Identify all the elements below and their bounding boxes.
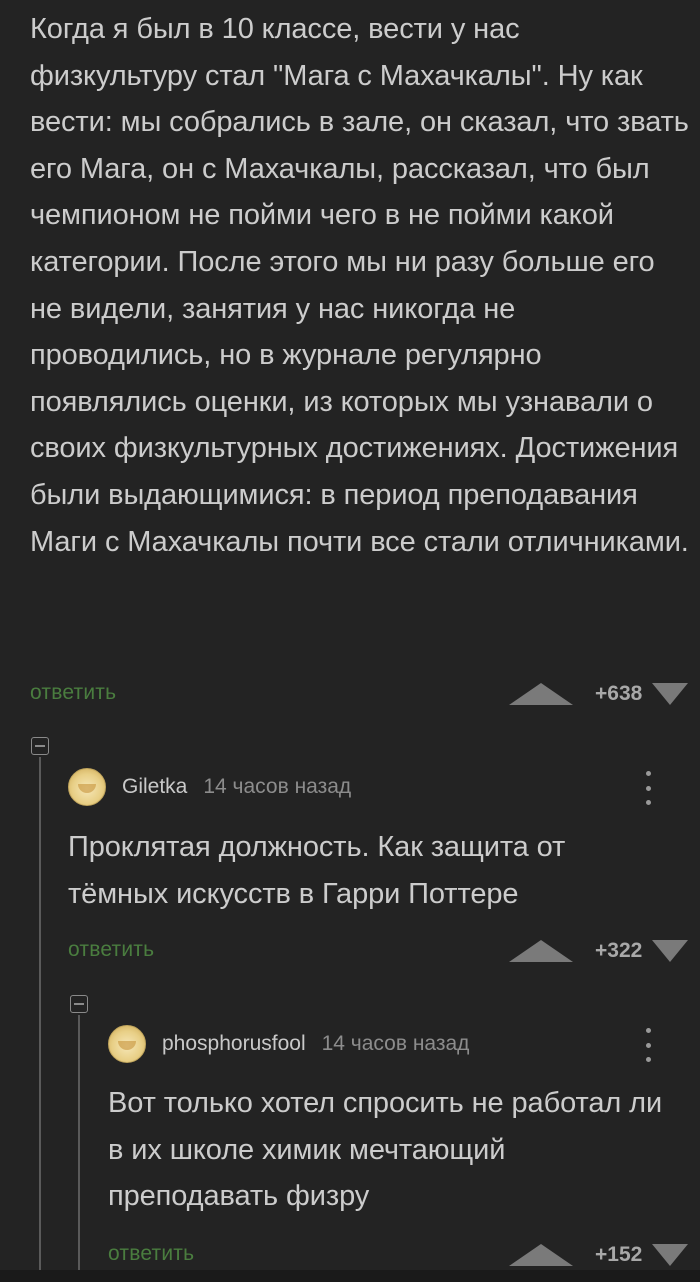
comment-body: Проклятая должность. Как защита от тёмны… — [68, 831, 566, 910]
avatar[interactable] — [68, 768, 106, 806]
upvote-icon[interactable] — [509, 683, 573, 705]
upvote-icon[interactable] — [509, 940, 573, 962]
comment-body: Вот только хотел спросить не работал ли … — [108, 1087, 663, 1213]
avatar[interactable] — [108, 1025, 146, 1063]
timestamp: 14 часов назад — [321, 1032, 470, 1055]
thread-line[interactable] — [39, 757, 41, 1282]
vote-score: +152 — [595, 1243, 643, 1266]
collapse-thread-icon[interactable] — [70, 995, 88, 1013]
reply-button[interactable]: ответить — [68, 938, 154, 962]
more-options-icon[interactable] — [636, 1028, 660, 1062]
vote-score: +638 — [595, 682, 643, 705]
reply-button[interactable]: ответить — [30, 681, 116, 705]
bottom-navigation-bar — [0, 1270, 700, 1282]
vote-score: +322 — [595, 939, 643, 962]
downvote-icon[interactable] — [652, 940, 689, 962]
comment-header: phosphorusfool 14 часов назад — [108, 1024, 469, 1064]
username[interactable]: Giletka — [122, 775, 187, 799]
more-options-icon[interactable] — [636, 771, 660, 805]
downvote-icon[interactable] — [652, 1244, 689, 1266]
downvote-icon[interactable] — [652, 683, 689, 705]
comment-header: Giletka 14 часов назад — [68, 767, 351, 807]
collapse-thread-icon[interactable] — [31, 737, 49, 755]
vote-controls: +152 — [509, 1242, 689, 1268]
vote-controls: +638 — [509, 681, 689, 707]
upvote-icon[interactable] — [509, 1244, 573, 1266]
vote-controls: +322 — [509, 938, 689, 964]
username[interactable]: phosphorusfool — [162, 1032, 306, 1056]
reply-button[interactable]: ответить — [108, 1242, 194, 1266]
timestamp: 14 часов назад — [203, 775, 352, 798]
comment-body: Когда я был в 10 классе, вести у нас физ… — [30, 13, 689, 558]
thread-line[interactable] — [78, 1015, 80, 1282]
